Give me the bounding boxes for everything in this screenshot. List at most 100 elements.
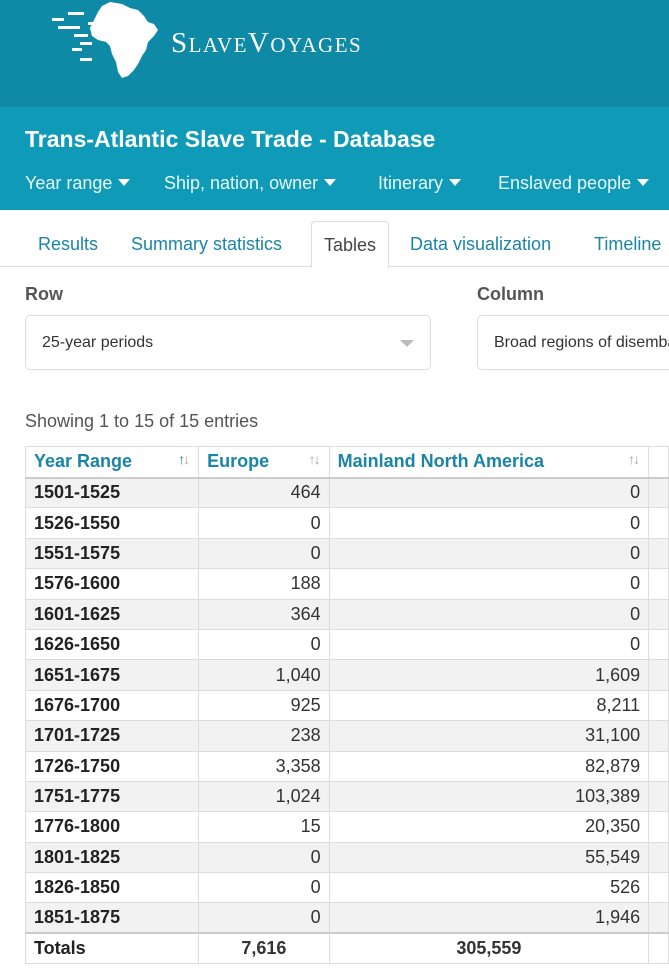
table-row: 1501-1525 464 0 xyxy=(24,476,669,509)
tab-results[interactable]: Results xyxy=(38,221,98,267)
table-row: 1751-1775 1,024 103,389 xyxy=(24,780,669,813)
cell-europe: 925 xyxy=(198,689,330,722)
brand-word-slave: LAVE xyxy=(188,33,248,57)
cell-mainland-north-america: 0 xyxy=(328,568,650,600)
cell-mainland-north-america: 1,609 xyxy=(328,659,650,691)
cell-next-column xyxy=(648,750,669,782)
header-next-column[interactable] xyxy=(648,446,669,479)
header-europe[interactable]: Europe ↑↓ xyxy=(198,446,330,479)
menu-label: Ship, nation, owner xyxy=(164,173,319,193)
table-row: 1576-1600 188 0 xyxy=(24,568,669,600)
menu-ship-nation-owner[interactable]: Ship, nation, owner xyxy=(164,173,337,194)
table-row: 1726-1750 3,358 82,879 xyxy=(24,750,669,782)
cell-europe: 0 xyxy=(198,872,330,904)
cell-mainland-north-america: 55,549 xyxy=(328,841,650,874)
row-select[interactable]: 25-year periods xyxy=(25,315,431,370)
cell-year-range: 1576-1600 xyxy=(24,568,200,600)
table-row: 1676-1700 925 8,211 xyxy=(24,689,669,722)
cell-mainland-north-america: 0 xyxy=(328,537,650,570)
africa-map-logo-icon[interactable] xyxy=(50,0,160,80)
caret-down-icon xyxy=(449,179,462,186)
site-header: SLAVEVOYAGES xyxy=(0,0,669,107)
tab-summary-statistics[interactable]: Summary statistics xyxy=(131,221,282,267)
cell-next-column xyxy=(648,811,669,843)
cell-next-column xyxy=(648,780,669,813)
cell-next-column xyxy=(648,720,669,752)
brand-word-voyages: OYAGES xyxy=(270,33,363,57)
tab-data-visualization[interactable]: Data visualization xyxy=(410,221,551,267)
cell-year-range: 1751-1775 xyxy=(24,780,200,813)
tab-tables[interactable]: Tables xyxy=(311,221,390,268)
caret-down-icon xyxy=(637,179,650,186)
results-tabs: Results Summary statistics Tables Data v… xyxy=(0,221,669,268)
cell-next-column xyxy=(648,568,669,600)
cell-next-column xyxy=(648,902,669,934)
menu-itinerary[interactable]: Itinerary xyxy=(378,173,462,194)
menu-enslaved-people[interactable]: Enslaved people xyxy=(498,173,650,194)
column-label: Column xyxy=(477,284,544,304)
table-row: 1826-1850 0 526 xyxy=(24,872,669,904)
cell-next-column xyxy=(648,507,669,539)
header-mainland-north-america[interactable]: Mainland North America ↑↓ xyxy=(328,446,650,479)
cell-year-range: 1601-1625 xyxy=(24,598,200,630)
cell-mainland-north-america: 0 xyxy=(328,628,650,661)
cell-mainland-north-america: 0 xyxy=(328,507,650,539)
cell-next-column xyxy=(648,598,669,630)
cell-europe: 1,024 xyxy=(198,780,330,813)
cell-mainland-north-america: 1,946 xyxy=(328,902,650,934)
menu-year-range[interactable]: Year range xyxy=(25,173,131,194)
cell-europe: 464 xyxy=(198,476,330,509)
cell-next-column xyxy=(648,872,669,904)
table-row: 1601-1625 364 0 xyxy=(24,598,669,630)
totals-next-cell xyxy=(648,932,669,965)
table-row: 1701-1725 238 31,100 xyxy=(24,720,669,752)
cell-mainland-north-america: 20,350 xyxy=(328,811,650,843)
column-select[interactable]: Broad regions of disembarkation xyxy=(477,315,669,370)
cell-europe: 364 xyxy=(198,598,330,630)
cell-year-range: 1551-1575 xyxy=(24,537,200,570)
cell-europe: 238 xyxy=(198,720,330,752)
cell-next-column xyxy=(648,841,669,874)
menu-label: Itinerary xyxy=(378,173,444,193)
header-label: Year Range xyxy=(34,451,133,472)
caret-down-icon xyxy=(324,179,337,186)
site-brand[interactable]: SLAVEVOYAGES xyxy=(171,27,362,60)
tab-timeline[interactable]: Timeline xyxy=(594,221,661,267)
cell-year-range: 1651-1675 xyxy=(24,659,200,691)
row-select-value: 25-year periods xyxy=(42,334,154,351)
menu-label: Year range xyxy=(25,173,113,193)
header-year-range[interactable]: Year Range ↑↓ xyxy=(24,446,200,479)
sort-icon: ↑↓ xyxy=(178,451,190,467)
cell-year-range: 1701-1725 xyxy=(24,720,200,752)
cell-mainland-north-america: 31,100 xyxy=(328,720,650,752)
sort-icon: ↑↓ xyxy=(628,451,640,467)
cell-mainland-north-america: 526 xyxy=(328,872,650,904)
sort-icon: ↑↓ xyxy=(308,451,321,467)
table-row: 1801-1825 0 55,549 xyxy=(24,841,669,874)
database-header: Trans-Atlantic Slave Trade - Database Ye… xyxy=(0,107,669,210)
cell-europe: 0 xyxy=(198,841,330,874)
totals-row: Totals 7,616 305,559 xyxy=(24,932,669,965)
cell-year-range: 1776-1800 xyxy=(24,811,200,843)
totals-mainland-north-america: 305,559 xyxy=(328,932,650,965)
results-table: Year Range ↑↓ Europe ↑↓ Mainland North Ame… xyxy=(24,446,669,965)
cell-next-column xyxy=(648,689,669,722)
cell-mainland-north-america: 0 xyxy=(328,598,650,630)
table-row: 1526-1550 0 0 xyxy=(24,507,669,539)
header-label: Europe xyxy=(207,451,270,472)
entries-info: Showing 1 to 15 of 15 entries xyxy=(25,411,259,431)
database-title: Trans-Atlantic Slave Trade - Database xyxy=(25,126,436,152)
cell-europe: 0 xyxy=(198,628,330,661)
cell-europe: 1,040 xyxy=(198,659,330,691)
table-row: 1851-1875 0 1,946 xyxy=(24,902,669,934)
cell-year-range: 1676-1700 xyxy=(24,689,200,722)
column-select-value: Broad regions of disembarkation xyxy=(494,334,669,351)
cell-next-column xyxy=(648,628,669,661)
cell-year-range: 1626-1650 xyxy=(24,628,200,661)
cell-year-range: 1501-1525 xyxy=(24,476,200,509)
caret-down-icon xyxy=(118,179,131,186)
cell-year-range: 1826-1850 xyxy=(24,872,200,904)
cell-next-column xyxy=(648,659,669,691)
cell-europe: 15 xyxy=(198,811,330,843)
cell-europe: 3,358 xyxy=(198,750,330,782)
